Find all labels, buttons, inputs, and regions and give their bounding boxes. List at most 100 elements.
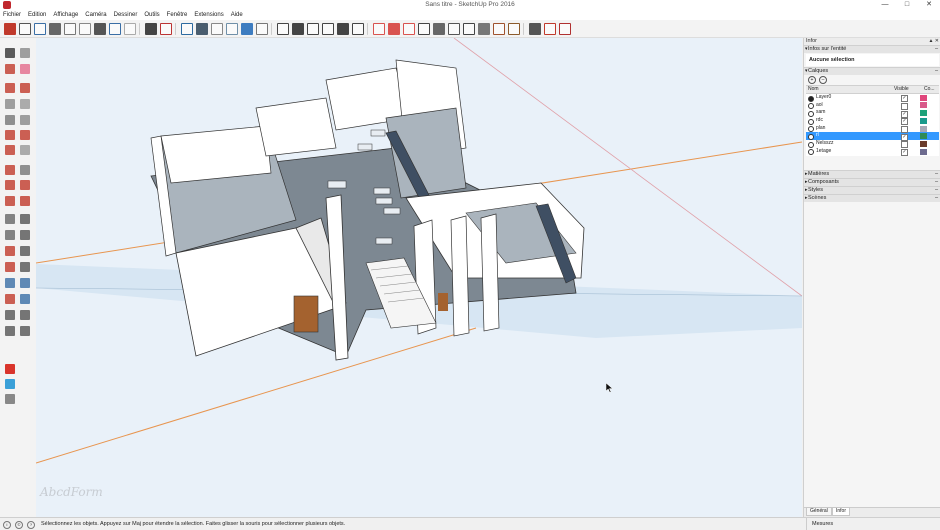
rotate-icon[interactable]	[5, 180, 15, 190]
hidden-line-icon[interactable]	[211, 22, 223, 35]
layer-visible-checkbox[interactable]: ✓	[901, 133, 908, 141]
arc-icon[interactable]	[5, 130, 15, 140]
layer-visible-checkbox[interactable]: ✓	[901, 118, 908, 126]
credits-icon[interactable]: ©	[15, 520, 23, 529]
section-minus-icon[interactable]: –	[935, 46, 938, 53]
zoom-window-icon[interactable]	[20, 278, 30, 288]
section-tool-icon[interactable]	[20, 326, 30, 336]
axes-tool-icon[interactable]	[5, 246, 15, 256]
help-icon[interactable]: ?	[27, 520, 35, 529]
back-view-icon[interactable]	[337, 22, 349, 35]
section-minus-icon[interactable]: –	[935, 171, 938, 178]
layer-name[interactable]: aol	[816, 102, 896, 110]
minimize-button[interactable]: —	[874, 0, 896, 10]
layer-visible-checkbox[interactable]	[901, 125, 908, 133]
line-icon[interactable]	[5, 83, 15, 93]
warehouse-3d-icon[interactable]	[5, 364, 15, 374]
close-button[interactable]: ✕	[918, 0, 940, 10]
fence-icon[interactable]	[508, 22, 520, 35]
layer-color-swatch[interactable]	[920, 125, 927, 132]
display-section-icon[interactable]	[388, 22, 400, 35]
eraser-icon[interactable]	[20, 64, 30, 74]
freehand-icon[interactable]	[20, 83, 30, 93]
layer-color-swatch[interactable]	[920, 140, 927, 147]
protractor-tool-icon[interactable]	[5, 230, 15, 240]
layer-name[interactable]: sam	[816, 109, 896, 117]
cut-icon[interactable]	[49, 22, 61, 35]
layer-name[interactable]: 1etage	[816, 148, 896, 156]
layers-section-header[interactable]: ▾ Calques –	[804, 67, 940, 75]
tray-controls[interactable]: ▲ ✕	[928, 38, 939, 45]
redo-icon[interactable]	[124, 22, 136, 35]
erase-icon[interactable]	[94, 22, 106, 35]
zoom-extents-icon[interactable]	[5, 294, 15, 304]
undo-icon[interactable]	[109, 22, 121, 35]
share-model-icon[interactable]	[5, 379, 15, 389]
layer-color-swatch[interactable]	[920, 94, 927, 101]
top-view-icon[interactable]	[292, 22, 304, 35]
layer-color-swatch[interactable]	[920, 117, 927, 124]
warehouse-icon[interactable]	[544, 22, 556, 35]
axes-icon[interactable]	[463, 22, 475, 35]
protractor-icon[interactable]	[433, 22, 445, 35]
move-icon[interactable]	[5, 165, 15, 175]
section-minus-icon[interactable]: –	[935, 187, 938, 194]
col-color[interactable]: Co...	[924, 86, 935, 93]
3d-text-tool-icon[interactable]	[20, 246, 30, 256]
layer-color-swatch[interactable]	[920, 148, 927, 155]
layer-row[interactable]: Layer0 ✓	[806, 94, 939, 103]
three-point-arc-icon[interactable]	[5, 145, 15, 155]
layer-visible-checkbox[interactable]: ✓	[901, 95, 908, 103]
active-layer-radio[interactable]	[808, 118, 814, 125]
menu-outils[interactable]: Outils	[144, 12, 159, 18]
layer-color-swatch[interactable]	[920, 133, 927, 140]
active-layer-radio[interactable]	[808, 126, 814, 133]
select-icon[interactable]	[5, 48, 15, 58]
rotated-rect-icon[interactable]	[20, 99, 30, 109]
two-point-arc-icon[interactable]	[20, 130, 30, 140]
active-layer-radio[interactable]	[808, 134, 814, 141]
collapsed-section-header[interactable]: ▸ Composants –	[804, 177, 940, 186]
section-minus-icon[interactable]: –	[935, 68, 938, 75]
active-layer-radio[interactable]	[808, 95, 814, 102]
front-view-icon[interactable]	[307, 22, 319, 35]
xray-icon[interactable]	[181, 22, 193, 35]
collapsed-section-header[interactable]: ▸ Matières –	[804, 169, 940, 178]
new-icon[interactable]	[4, 22, 16, 35]
dimension-icon[interactable]	[418, 22, 430, 35]
layer-color-swatch[interactable]	[920, 102, 927, 109]
orbit-icon[interactable]	[5, 262, 15, 272]
follow-me-icon[interactable]	[20, 180, 30, 190]
active-layer-radio[interactable]	[808, 141, 814, 148]
print-icon[interactable]	[145, 22, 157, 35]
extension-icon[interactable]	[529, 22, 541, 35]
save-icon[interactable]	[34, 22, 46, 35]
stairs-icon[interactable]	[493, 22, 505, 35]
look-around-icon[interactable]	[20, 310, 30, 320]
shaded-textures-icon[interactable]	[241, 22, 253, 35]
section-minus-icon[interactable]: –	[935, 195, 938, 202]
paste-icon[interactable]	[79, 22, 91, 35]
push-pull-icon[interactable]	[20, 165, 30, 175]
pan-icon[interactable]	[20, 262, 30, 272]
model-info-icon[interactable]	[160, 22, 172, 35]
menu-edition[interactable]: Edition	[28, 12, 46, 18]
section-minus-icon[interactable]: –	[935, 179, 938, 186]
extension-manager-icon[interactable]	[5, 394, 15, 404]
position-camera-icon[interactable]	[5, 310, 15, 320]
wireframe-icon[interactable]	[196, 22, 208, 35]
layer-name[interactable]: plan	[816, 125, 896, 133]
shaded-icon[interactable]	[226, 22, 238, 35]
layer-name[interactable]: Nelsszz	[816, 140, 896, 148]
tab-infor[interactable]: Infor	[832, 507, 851, 516]
menu-fichier[interactable]: Fichier	[3, 12, 21, 18]
right-view-icon[interactable]	[322, 22, 334, 35]
geo-location-icon[interactable]: i	[3, 520, 11, 529]
model-viewport[interactable]: AbcdForm	[36, 38, 802, 517]
rectangle-icon[interactable]	[5, 99, 15, 109]
previous-view-icon[interactable]	[20, 294, 30, 304]
text-icon[interactable]	[448, 22, 460, 35]
menu-extensions[interactable]: Extensions	[194, 12, 223, 18]
menu-fenetre[interactable]: Fenêtre	[167, 12, 188, 18]
left-view-icon[interactable]	[352, 22, 364, 35]
